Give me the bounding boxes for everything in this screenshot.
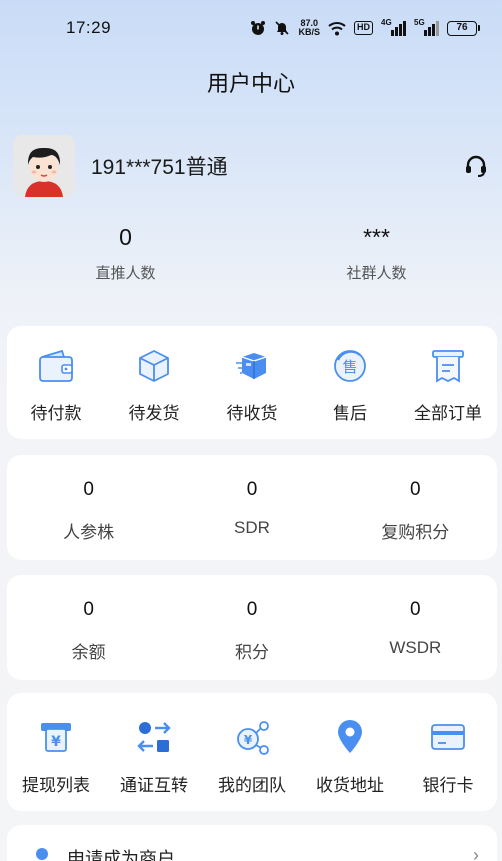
asset-value: 0 bbox=[410, 599, 421, 620]
asset-wsdr[interactable]: 0 WSDR bbox=[334, 575, 497, 680]
order-label: 待收货 bbox=[226, 404, 278, 423]
signal-4g-icon: 4G bbox=[381, 18, 406, 36]
stat-value: *** bbox=[363, 224, 390, 250]
profile-row: 191***751普通 bbox=[13, 135, 491, 197]
asset-balance[interactable]: 0 余额 bbox=[7, 575, 170, 680]
tool-label: 银行卡 bbox=[422, 776, 474, 795]
battery-level: 76 bbox=[447, 20, 477, 36]
order-pending-receipt[interactable]: 待收货 bbox=[203, 326, 301, 439]
headset-support-icon[interactable] bbox=[461, 151, 491, 181]
order-all[interactable]: 全部订单 bbox=[399, 326, 497, 439]
asset-label: 人参株 bbox=[63, 523, 115, 542]
asset-label: 复购积分 bbox=[381, 523, 450, 542]
status-time: 17:29 bbox=[66, 18, 112, 37]
tool-shipping-address[interactable]: 收货地址 bbox=[301, 693, 399, 811]
apply-merchant-row[interactable]: 申请成为商户 › bbox=[7, 825, 497, 861]
net-speed: 87.0 KB/S bbox=[298, 18, 320, 37]
asset-value: 0 bbox=[246, 599, 258, 620]
location-pin-icon bbox=[330, 717, 370, 757]
svg-text:¥: ¥ bbox=[51, 734, 61, 750]
withdraw-icon: ¥ bbox=[36, 717, 76, 757]
hd-badge: HD bbox=[354, 21, 373, 35]
asset-label: 余额 bbox=[71, 643, 106, 662]
tool-label: 通证互转 bbox=[120, 776, 188, 795]
stat-direct-referrals[interactable]: 0 直推人数 bbox=[0, 220, 251, 283]
asset-value: 0 bbox=[246, 479, 258, 500]
order-label: 待付款 bbox=[30, 404, 82, 423]
order-pending-shipment[interactable]: 待发货 bbox=[105, 326, 203, 439]
asset-repurchase-points[interactable]: 0 复购积分 bbox=[334, 455, 497, 560]
transfer-icon bbox=[134, 717, 174, 757]
tool-withdraw-list[interactable]: ¥ 提现列表 bbox=[7, 693, 105, 811]
asset-sdr[interactable]: 0 SDR bbox=[170, 455, 333, 560]
order-label: 待发货 bbox=[128, 404, 180, 423]
stat-label: 社群人数 bbox=[346, 265, 407, 282]
tool-label: 我的团队 bbox=[218, 776, 286, 795]
asset-ginseng[interactable]: 0 人参株 bbox=[7, 455, 170, 560]
stat-community-members[interactable]: *** 社群人数 bbox=[251, 220, 502, 283]
avatar[interactable] bbox=[13, 135, 75, 197]
team-icon: ¥ bbox=[232, 717, 272, 757]
apply-merchant-label: 申请成为商户 bbox=[67, 849, 175, 861]
delivery-box-icon bbox=[232, 346, 272, 386]
tool-token-transfer[interactable]: 通证互转 bbox=[105, 693, 203, 811]
receipt-icon bbox=[428, 346, 468, 386]
tool-bank-card[interactable]: 银行卡 bbox=[399, 693, 497, 811]
mute-bell-icon bbox=[274, 19, 290, 37]
asset-points[interactable]: 0 积分 bbox=[170, 575, 333, 680]
order-label: 售后 bbox=[333, 404, 367, 423]
status-bar: 17:29 87.0 KB/S HD 4G 5G 76 bbox=[0, 0, 502, 56]
assets-card-2: 0 余额 0 积分 0 WSDR bbox=[7, 575, 497, 680]
asset-label: 积分 bbox=[234, 643, 269, 662]
tool-label: 收货地址 bbox=[316, 776, 384, 795]
wallet-icon bbox=[36, 346, 76, 386]
after-sale-icon: 售 bbox=[330, 346, 370, 386]
chevron-right-icon: › bbox=[473, 845, 479, 861]
battery-icon: 76 bbox=[447, 20, 480, 36]
signal-5g-icon: 5G bbox=[414, 18, 439, 36]
status-icons: 87.0 KB/S HD 4G 5G 76 bbox=[250, 18, 480, 37]
merchant-icon bbox=[29, 845, 55, 861]
orders-card: 待付款 待发货 待收货 售 售后 全部订单 bbox=[7, 326, 497, 439]
assets-card-1: 0 人参株 0 SDR 0 复购积分 bbox=[7, 455, 497, 560]
stat-value: 0 bbox=[119, 224, 132, 250]
package-icon bbox=[134, 346, 174, 386]
bank-card-icon bbox=[428, 717, 468, 757]
asset-label: WSDR bbox=[389, 638, 442, 657]
wifi-icon bbox=[328, 19, 346, 37]
asset-value: 0 bbox=[410, 479, 421, 500]
tools-card: ¥ 提现列表 通证互转 ¥ 我的团队 收货地址 银行卡 bbox=[7, 693, 497, 811]
team-stats: 0 直推人数 *** 社群人数 bbox=[0, 220, 502, 283]
tool-label: 提现列表 bbox=[22, 776, 90, 795]
order-after-sales[interactable]: 售 售后 bbox=[301, 326, 399, 439]
order-pending-payment[interactable]: 待付款 bbox=[7, 326, 105, 439]
tool-my-team[interactable]: ¥ 我的团队 bbox=[203, 693, 301, 811]
asset-value: 0 bbox=[83, 479, 94, 500]
alarm-icon bbox=[250, 19, 266, 37]
asset-label: SDR bbox=[234, 518, 270, 537]
stat-label: 直推人数 bbox=[95, 265, 156, 282]
svg-text:售: 售 bbox=[342, 358, 357, 376]
asset-value: 0 bbox=[83, 599, 94, 620]
svg-text:¥: ¥ bbox=[244, 733, 253, 747]
user-name: 191***751普通 bbox=[91, 156, 228, 179]
order-label: 全部订单 bbox=[414, 404, 482, 423]
page-title: 用户中心 bbox=[206, 71, 295, 96]
